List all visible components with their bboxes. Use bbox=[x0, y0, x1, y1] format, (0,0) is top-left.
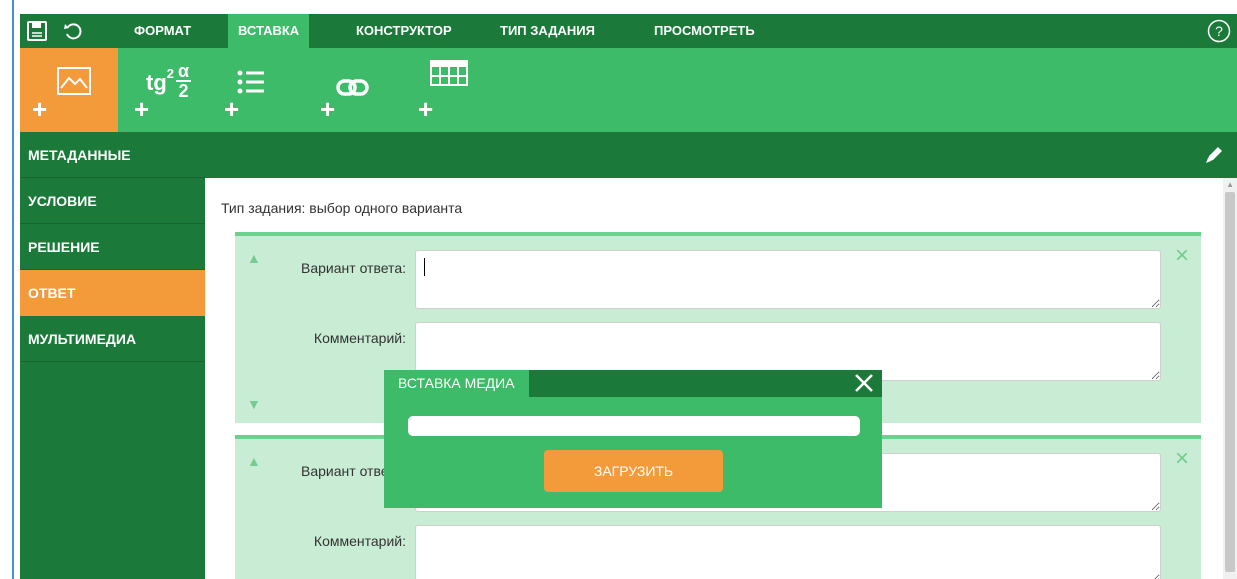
scroll-up-icon[interactable]: ▲ bbox=[1226, 180, 1234, 189]
move-up-icon[interactable]: ▲ bbox=[247, 250, 261, 266]
answer-option-field[interactable] bbox=[415, 250, 1161, 309]
comment-label: Комментарий: bbox=[313, 330, 406, 346]
formula-numerator: α bbox=[176, 61, 192, 82]
tab-insert[interactable]: ВСТАВКА bbox=[228, 14, 310, 48]
close-icon[interactable] bbox=[852, 371, 876, 395]
task-type-label: Тип задания: выбор одного варианта bbox=[221, 200, 463, 216]
insert-list-button[interactable]: + bbox=[220, 48, 280, 132]
formula-exponent: 2 bbox=[166, 66, 174, 81]
edit-pencil-icon[interactable] bbox=[1203, 144, 1225, 166]
plus-icon: + bbox=[418, 94, 434, 124]
vertical-scrollbar[interactable]: ▲ bbox=[1223, 178, 1237, 579]
close-icon[interactable]: × bbox=[1175, 244, 1189, 268]
sidebar-item-solution[interactable]: РЕШЕНИЕ bbox=[20, 224, 205, 270]
save-icon[interactable] bbox=[24, 18, 50, 44]
comment-field[interactable] bbox=[415, 525, 1161, 579]
move-down-icon[interactable]: ▼ bbox=[247, 396, 261, 412]
tab-format[interactable]: ФОРМАТ bbox=[124, 14, 201, 48]
insert-media-dialog: ВСТАВКА МЕДИА ЗАГРУЗИТЬ bbox=[384, 370, 882, 508]
formula-text: tg bbox=[146, 70, 167, 95]
undo-icon[interactable] bbox=[60, 18, 86, 44]
table-icon bbox=[430, 60, 468, 86]
window-edge bbox=[12, 0, 14, 579]
app-window: ФОРМАТ ВСТАВКА КОНСТРУКТОР ТИП ЗАДАНИЯ П… bbox=[0, 0, 1237, 579]
media-url-input[interactable] bbox=[408, 416, 860, 436]
menu-bar: ФОРМАТ ВСТАВКА КОНСТРУКТОР ТИП ЗАДАНИЯ П… bbox=[20, 14, 1237, 48]
scroll-thumb[interactable] bbox=[1225, 192, 1235, 572]
insert-table-button[interactable]: + bbox=[414, 48, 494, 132]
insert-link-button[interactable]: + bbox=[316, 48, 386, 132]
text-caret bbox=[424, 258, 425, 276]
insert-toolbar: + tg 2 α 2 + + + + bbox=[20, 48, 1237, 132]
list-icon bbox=[237, 70, 264, 94]
answer-option-label: Вариант ответа: bbox=[301, 260, 406, 276]
formula-denominator: 2 bbox=[178, 81, 189, 101]
dialog-titlebar: ВСТАВКА МЕДИА bbox=[384, 370, 882, 397]
tab-task-type[interactable]: ТИП ЗАДАНИЯ bbox=[490, 14, 605, 48]
plus-icon: + bbox=[32, 94, 48, 124]
upload-button[interactable]: ЗАГРУЗИТЬ bbox=[544, 450, 723, 492]
help-icon[interactable]: ? bbox=[1207, 19, 1231, 43]
plus-icon: + bbox=[224, 94, 240, 124]
dialog-title: ВСТАВКА МЕДИА bbox=[384, 370, 529, 397]
insert-formula-button[interactable]: tg 2 α 2 + bbox=[126, 48, 206, 132]
svg-text:?: ? bbox=[1215, 23, 1223, 39]
insert-image-button[interactable]: + bbox=[20, 48, 118, 132]
formula-icon: tg 2 α 2 bbox=[146, 61, 192, 101]
tab-constructor[interactable]: КОНСТРУКТОР bbox=[346, 14, 462, 48]
content-header bbox=[205, 132, 1237, 178]
tab-preview[interactable]: ПРОСМОТРЕТЬ bbox=[644, 14, 765, 48]
sidebar-item-metadata[interactable]: МЕТАДАННЫЕ bbox=[20, 132, 205, 178]
link-icon bbox=[336, 79, 369, 96]
sidebar-item-multimedia[interactable]: МУЛЬТИМЕДИА bbox=[20, 316, 205, 362]
plus-icon: + bbox=[134, 94, 150, 124]
section-sidebar: МЕТАДАННЫЕ УСЛОВИЕ РЕШЕНИЕ ОТВЕТ МУЛЬТИМ… bbox=[20, 132, 205, 579]
comment-label: Комментарий: bbox=[313, 533, 406, 549]
sidebar-item-answer[interactable]: ОТВЕТ bbox=[20, 270, 205, 316]
move-up-icon[interactable]: ▲ bbox=[247, 453, 261, 469]
close-icon[interactable]: × bbox=[1175, 447, 1189, 471]
image-icon bbox=[57, 67, 91, 95]
sidebar-item-condition[interactable]: УСЛОВИЕ bbox=[20, 178, 205, 224]
plus-icon: + bbox=[320, 94, 336, 124]
